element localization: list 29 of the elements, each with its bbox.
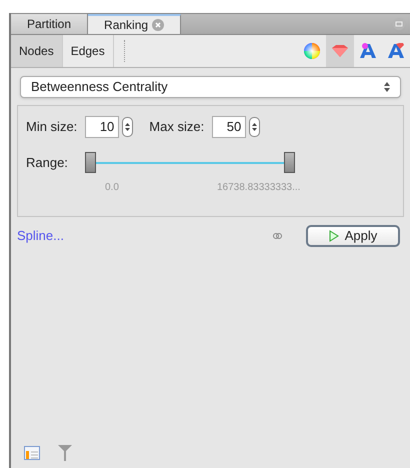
- spline-link[interactable]: Spline...: [17, 226, 64, 246]
- dropdown-arrows-icon: [384, 82, 390, 92]
- apply-button[interactable]: Apply: [306, 225, 400, 247]
- number-field[interactable]: 10: [85, 116, 120, 138]
- toggle-tab[interactable]: Nodes: [11, 35, 63, 67]
- chain-link-icon[interactable]: [273, 233, 282, 239]
- gem-icon: [331, 44, 349, 58]
- field-label: Min size:: [26, 118, 78, 136]
- panel-tab[interactable]: Partition: [11, 14, 88, 34]
- number-field[interactable]: 50: [212, 116, 246, 138]
- range-min-label: 0.0: [105, 181, 120, 195]
- play-icon: [328, 230, 339, 242]
- close-icon[interactable]: [152, 19, 164, 31]
- slider-thumb[interactable]: [85, 152, 96, 173]
- color-wheel-icon: [303, 42, 321, 60]
- filter-icon[interactable]: [58, 445, 72, 461]
- field-label: Range:: [26, 154, 69, 172]
- slider-thumb[interactable]: [284, 152, 295, 173]
- tool-button[interactable]: [326, 35, 354, 67]
- legend-icon[interactable]: [24, 446, 40, 460]
- letter-a-icon: [359, 43, 377, 59]
- spinner-arrows[interactable]: [249, 117, 260, 137]
- field-label: Max size:: [149, 118, 204, 136]
- range-max-label: 16738.83333333...: [217, 181, 300, 195]
- toggle-tab[interactable]: Edges: [62, 35, 114, 67]
- panel-tab[interactable]: Ranking: [88, 14, 182, 34]
- ranking-dropdown[interactable]: Betweenness Centrality: [20, 76, 401, 98]
- spinner-arrows[interactable]: [122, 117, 134, 137]
- letter-a-icon: [387, 43, 405, 59]
